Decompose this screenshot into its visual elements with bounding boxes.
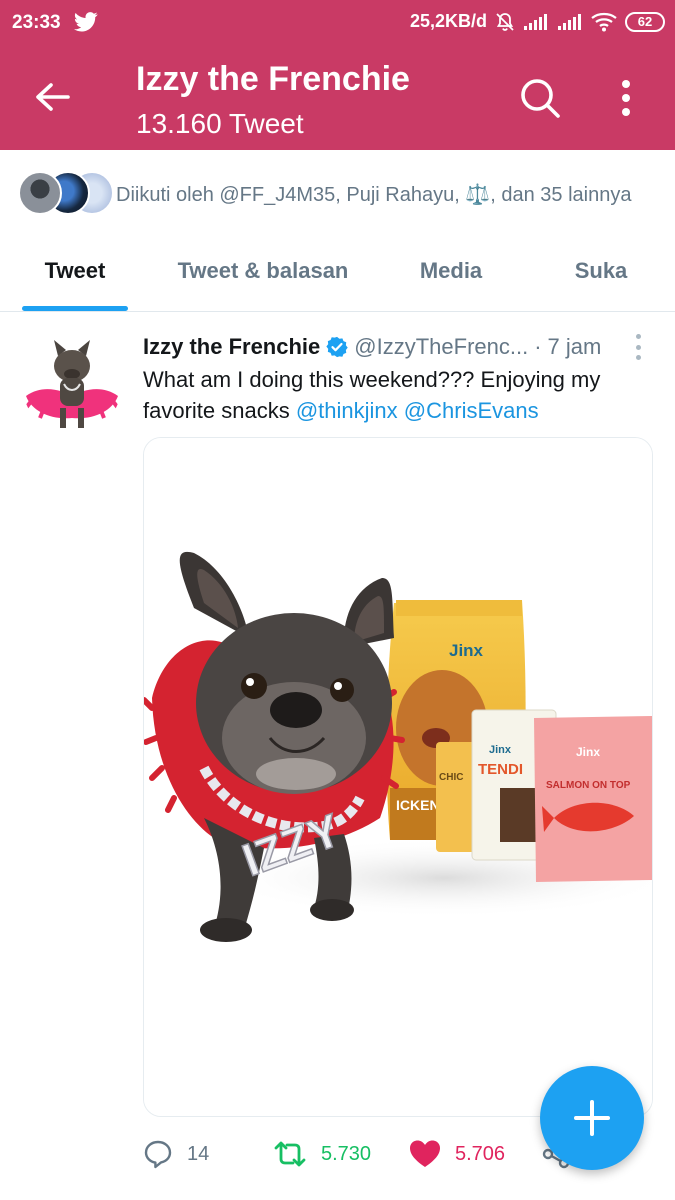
profile-title: Izzy the Frenchie — [136, 60, 410, 98]
search-icon — [521, 79, 560, 118]
dot — [635, 334, 641, 339]
reply-icon — [144, 1140, 172, 1169]
tweet-count: 13.160 Tweet — [136, 108, 304, 139]
signal-icon — [558, 13, 581, 30]
tweet-menu-button[interactable] — [628, 334, 648, 360]
followed-by[interactable]: Diikuti oleh @FF_J4M35, Puji Rahayu, ⚖️,… — [18, 170, 631, 218]
net-speed: 25,2KB/d — [409, 11, 487, 31]
tab-media[interactable]: Media — [396, 232, 506, 310]
like-button[interactable]: 5.706 — [409, 1134, 505, 1174]
search-button[interactable] — [516, 74, 564, 122]
tweet-actions: 14 5.730 5.706 — [143, 1134, 570, 1174]
reply-button[interactable]: 14 — [143, 1134, 209, 1174]
status-right: 25,2KB/d 62 — [410, 11, 665, 32]
tab-tweet-replies[interactable]: Tweet & balasan — [160, 232, 366, 310]
verified-badge-icon — [326, 336, 348, 358]
dog-snacks-photo: Jinx ICKEN ET POTA RROT CHIC Jinx TENDI … — [144, 438, 652, 1116]
tweet-author-name[interactable]: Izzy the Frenchie — [143, 334, 320, 360]
app-bar: Izzy the Frenchie 13.160 Tweet — [0, 46, 675, 150]
follower-avatars — [18, 171, 114, 217]
tweet-author-avatar[interactable] — [22, 334, 122, 434]
salmon-brand: Jinx — [576, 745, 600, 759]
bag-brand-text: Jinx — [449, 641, 484, 660]
back-button[interactable] — [28, 74, 78, 120]
dog-avatar-image — [22, 334, 122, 434]
arrow-left-icon — [36, 83, 70, 111]
dot — [635, 344, 641, 350]
reply-count: 14 — [187, 1142, 210, 1165]
status-time: 23:33 — [12, 12, 61, 33]
bell-muted-icon — [496, 12, 514, 31]
tab-tweet[interactable]: Tweet — [22, 232, 128, 310]
dot — [635, 355, 641, 360]
twitter-bird-icon — [74, 12, 98, 32]
pouch-title: TENDI — [478, 761, 523, 778]
tweet-timestamp: 7 jam — [547, 334, 602, 359]
retweet-button[interactable]: 5.730 — [273, 1134, 371, 1174]
tweet-media-image[interactable]: Jinx ICKEN ET POTA RROT CHIC Jinx TENDI … — [143, 437, 653, 1117]
pouch-brand: Jinx — [489, 744, 512, 756]
wifi-icon — [591, 12, 617, 31]
more-vertical-icon — [622, 80, 630, 116]
tweet-header: Izzy the Frenchie @IzzyTheFrenc... · 7 j… — [143, 331, 623, 363]
plus-icon — [574, 1100, 610, 1136]
tweet-author-handle[interactable]: @IzzyTheFrenc... — [354, 334, 528, 360]
profile-tabs: Tweet Tweet & balasan Media Suka — [0, 232, 675, 312]
active-tab-indicator — [22, 306, 128, 311]
salmon-title: SALMON ON TOP — [546, 780, 631, 791]
tweet-text: What am I doing this weekend??? Enjoying… — [143, 364, 643, 426]
retweet-icon — [274, 1141, 306, 1167]
mention-link[interactable]: @thinkjinx — [296, 398, 398, 423]
battery-indicator: 62 — [625, 11, 665, 32]
separator-dot: · — [534, 334, 542, 359]
avatar — [18, 171, 62, 215]
retweet-count: 5.730 — [321, 1142, 372, 1165]
compose-tweet-button[interactable] — [540, 1066, 644, 1170]
status-bar: 23:33 25,2KB/d 62 — [0, 0, 675, 46]
mention-link[interactable]: @ChrisEvans — [404, 398, 539, 423]
more-options-button[interactable] — [606, 74, 646, 122]
pouch-label: CHIC — [439, 772, 463, 783]
signal-icon — [524, 13, 547, 30]
tab-likes[interactable]: Suka — [550, 232, 652, 310]
followed-by-text: Diikuti oleh @FF_J4M35, Puji Rahayu, ⚖️,… — [116, 183, 632, 206]
heart-filled-icon — [410, 1140, 440, 1167]
like-count: 5.706 — [455, 1142, 506, 1165]
